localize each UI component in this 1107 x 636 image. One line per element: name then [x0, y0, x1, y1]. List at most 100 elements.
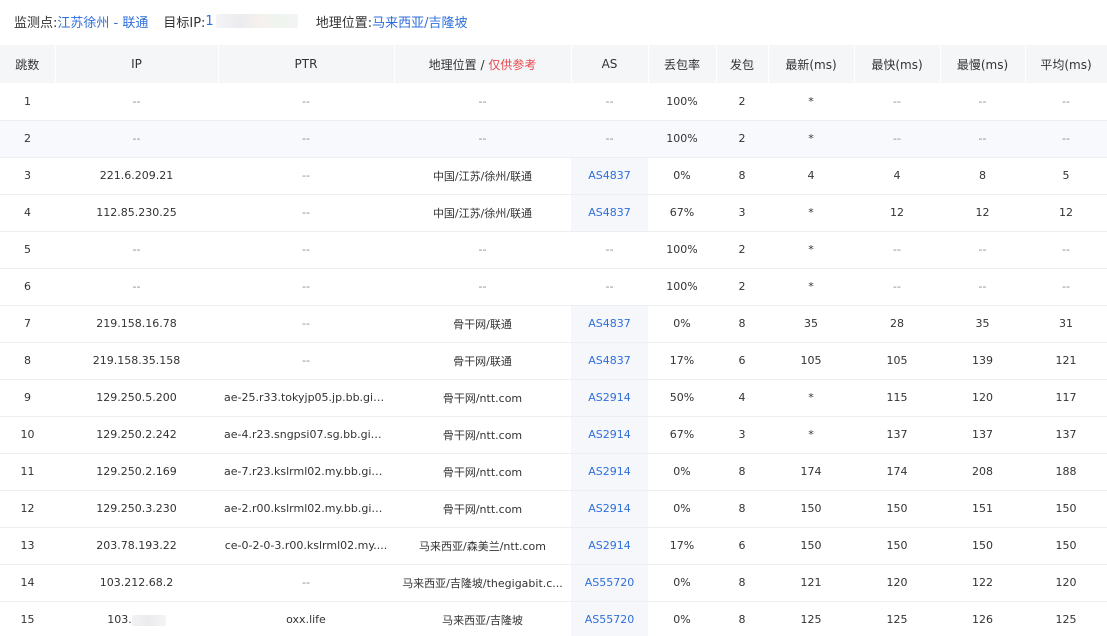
cell-fastest: 115 [854, 379, 940, 417]
cell-fastest: 150 [854, 527, 940, 565]
cell-as[interactable]: AS2914 [571, 416, 648, 454]
cell-fastest: -- [854, 120, 940, 158]
cell-avg: 150 [1025, 490, 1107, 528]
table-row[interactable]: 13 203.78.193.22 ce-0-2-0-3.r00.kslrml02.m… [0, 527, 1107, 565]
col-hop: 跳数 [0, 45, 56, 83]
cell-fastest: -- [854, 83, 940, 121]
cell-sent: 8 [716, 157, 768, 195]
cell-geo: 中国/江苏/徐州/联通 [394, 194, 571, 232]
cell-loss: 100% [648, 83, 716, 121]
cell-latest: * [768, 268, 854, 306]
cell-latest: 121 [768, 564, 854, 602]
cell-latest: 105 [768, 342, 854, 380]
cell-fastest: -- [854, 231, 940, 269]
table-row[interactable]: 7 219.158.16.78 -- 骨干网/联通 AS4837 0% 8 35 28 35 31 [0, 305, 1107, 343]
cell-as[interactable]: AS4837 [571, 194, 648, 232]
cell-latest: * [768, 379, 854, 417]
cell-as: -- [571, 268, 648, 306]
target-ip: 目标IP: 1 [163, 12, 298, 31]
table-row[interactable]: 14 103.212.68.2 -- 马来西亚/吉隆坡/thegigabit.c...… [0, 564, 1107, 602]
cell-geo: 马来西亚/吉隆坡/thegigabit.c... [394, 564, 571, 602]
monitor-point-value[interactable]: 江苏徐州 - 联通 [57, 12, 148, 31]
cell-as[interactable]: AS4837 [571, 342, 648, 380]
monitor-point-label: 监测点: [14, 15, 58, 31]
table-row[interactable]: 5 -- -- -- -- 100% 2 * -- -- -- [0, 231, 1107, 269]
cell-ip: 129.250.5.200 [55, 379, 218, 417]
cell-as[interactable]: AS55720 [571, 601, 648, 636]
cell-as[interactable]: AS4837 [571, 305, 648, 343]
cell-as[interactable]: AS2914 [571, 490, 648, 528]
table-row[interactable]: 11 129.250.2.169 ae-7.r23.kslrml02.my.bb.g… [0, 453, 1107, 491]
cell-fastest: 137 [854, 416, 940, 454]
cell-latest: * [768, 120, 854, 158]
cell-loss: 67% [648, 416, 716, 454]
cell-loss: 17% [648, 342, 716, 380]
cell-loss: 17% [648, 527, 716, 565]
cell-sent: 3 [716, 194, 768, 232]
cell-sent: 2 [716, 120, 768, 158]
cell-slowest: 208 [940, 453, 1025, 491]
table-row[interactable]: 8 219.158.35.158 -- 骨干网/联通 AS4837 17% 6 105 105 1… [0, 342, 1107, 380]
cell-as[interactable]: AS4837 [571, 157, 648, 195]
cell-ptr: -- [218, 268, 394, 306]
target-geo-label: 地理位置: [315, 15, 373, 31]
cell-avg: 188 [1025, 453, 1107, 491]
cell-avg: -- [1025, 231, 1107, 269]
col-geo: 地理位置 / 仅供参考 [394, 45, 572, 83]
cell-ptr: -- [218, 231, 394, 269]
cell-hop: 3 [0, 157, 55, 195]
cell-slowest: 122 [940, 564, 1025, 602]
cell-latest: 174 [768, 453, 854, 491]
ip-redaction [131, 614, 166, 626]
cell-hop: 10 [0, 416, 55, 454]
table-row[interactable]: 15 103. oxx.life 马来西亚/吉隆坡 AS55720 0% 8 125 125 12… [0, 601, 1107, 636]
cell-hop: 7 [0, 305, 55, 343]
col-ptr: PTR [218, 45, 395, 83]
cell-ptr: -- [218, 120, 394, 158]
cell-loss: 0% [648, 490, 716, 528]
cell-as[interactable]: AS2914 [571, 379, 648, 417]
cell-geo: 骨干网/ntt.com [394, 379, 571, 417]
target-ip-value: 1 [205, 13, 214, 29]
table-row[interactable]: 3 221.6.209.21 -- 中国/江苏/徐州/联通 AS4837 0% 8 4 4 8 5 [0, 157, 1107, 195]
table-row[interactable]: 2 -- -- -- -- 100% 2 * -- -- -- [0, 120, 1107, 158]
cell-ptr: -- [218, 83, 394, 121]
cell-latest: 150 [768, 527, 854, 565]
cell-ip: -- [55, 231, 218, 269]
table-row[interactable]: 6 -- -- -- -- 100% 2 * -- -- -- [0, 268, 1107, 306]
cell-loss: 50% [648, 379, 716, 417]
cell-ip: 103.212.68.2 [55, 564, 218, 602]
table-row[interactable]: 10 129.250.2.242 ae-4.r23.sngpsi07.sg.bb.g… [0, 416, 1107, 454]
cell-latest: * [768, 231, 854, 269]
cell-avg: 117 [1025, 379, 1107, 417]
cell-latest: 4 [768, 157, 854, 195]
cell-ip: -- [55, 120, 218, 158]
cell-fastest: 150 [854, 490, 940, 528]
cell-avg: 120 [1025, 564, 1107, 602]
col-sent: 发包 [716, 45, 769, 83]
cell-ptr: -- [218, 157, 394, 195]
cell-latest: 125 [768, 601, 854, 636]
table-row[interactable]: 4 112.85.230.25 -- 中国/江苏/徐州/联通 AS4837 67% 3 * 12… [0, 194, 1107, 232]
table-row[interactable]: 12 129.250.3.230 ae-2.r00.kslrml02.my.bb.g… [0, 490, 1107, 528]
cell-geo: 骨干网/ntt.com [394, 453, 571, 491]
table-row[interactable]: 9 129.250.5.200 ae-25.r33.tokyjp05.jp.bb.g… [0, 379, 1107, 417]
cell-as[interactable]: AS2914 [571, 527, 648, 565]
cell-avg: 121 [1025, 342, 1107, 380]
cell-ptr: ce-0-2-0-3.r00.kslrml02.my.... [218, 527, 394, 565]
cell-sent: 8 [716, 490, 768, 528]
cell-geo: -- [394, 231, 571, 269]
cell-as: -- [571, 83, 648, 121]
cell-as[interactable]: AS55720 [571, 564, 648, 602]
cell-loss: 100% [648, 268, 716, 306]
cell-latest: * [768, 194, 854, 232]
table-row[interactable]: 1 -- -- -- -- 100% 2 * -- -- -- [0, 83, 1107, 121]
cell-fastest: 28 [854, 305, 940, 343]
target-geo: 地理位置: 马来西亚/吉隆坡 [316, 12, 468, 31]
cell-loss: 100% [648, 120, 716, 158]
cell-as[interactable]: AS2914 [571, 453, 648, 491]
cell-loss: 0% [648, 157, 716, 195]
cell-sent: 6 [716, 342, 768, 380]
cell-geo: 中国/江苏/徐州/联通 [394, 157, 571, 195]
cell-ip: 129.250.3.230 [55, 490, 218, 528]
